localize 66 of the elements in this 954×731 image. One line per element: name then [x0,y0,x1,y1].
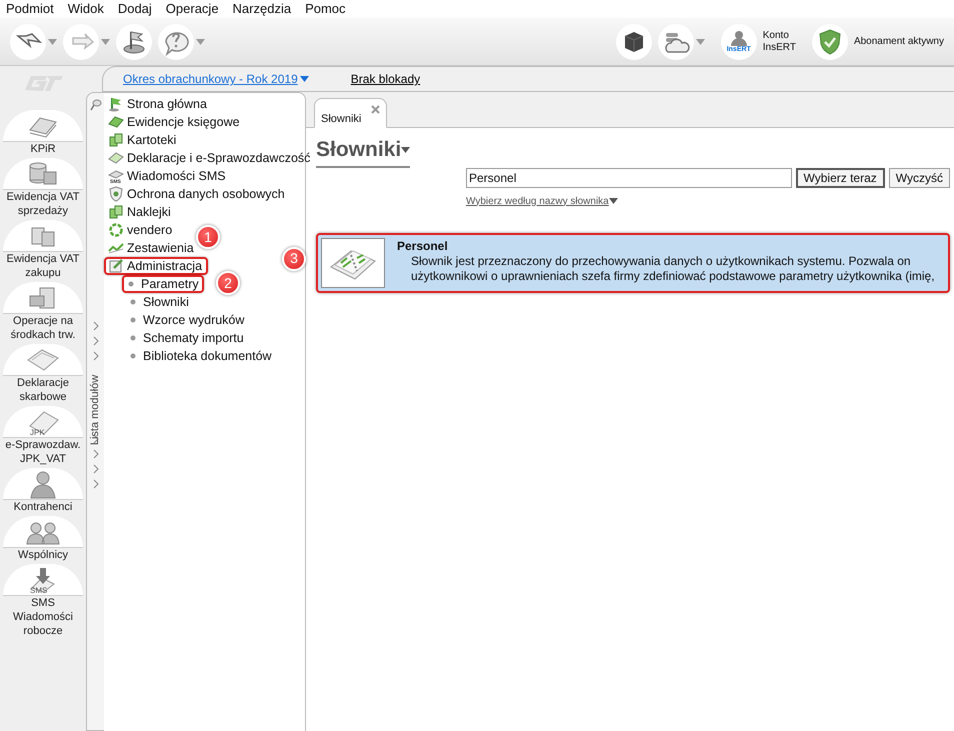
filter-link[interactable]: Wybierz według nazwy słownika [466,194,618,208]
menu-item[interactable]: Narzędzia [232,0,292,19]
shield-icon [108,186,124,202]
search-field[interactable]: Personel [466,168,792,188]
bullet-icon [130,335,136,341]
tree-item[interactable]: Parametry [122,275,204,293]
boxes-icon [108,204,124,220]
caret-icon [300,76,309,82]
account-label: Konto [762,30,790,42]
caret-icon [608,198,618,204]
tree-item[interactable]: Wzorce wydruków [126,311,248,329]
module-list-label[interactable]: Lista modułów [86,374,104,446]
tree-item[interactable]: Ewidencje księgowe [106,113,244,131]
bullet-icon [130,353,136,359]
tree-item[interactable]: Słowniki [126,293,192,311]
cube-button[interactable] [616,24,652,60]
lock-link[interactable]: Brak blokady [350,70,420,88]
toolbar-button[interactable] [158,24,205,60]
ring-icon [108,222,124,238]
tree-item[interactable]: Zestawienia [106,239,198,257]
account-label: InsERT [762,42,796,54]
tree-item[interactable]: Schematy importu [126,329,247,347]
menu-item[interactable]: Widok [68,0,104,19]
toolbar-button[interactable] [10,24,57,60]
tab[interactable]: Słowniki [314,98,388,128]
bullet-icon [128,281,134,287]
menu-item[interactable]: Operacje [166,0,219,19]
search-button[interactable]: Wyczyść [888,168,950,188]
caret-icon [48,38,57,44]
cloud-button[interactable] [658,24,705,60]
tree-item[interactable]: Deklaracje i e-Sprawozdawczość [106,149,314,167]
boxes-icon [108,132,124,148]
menu-item[interactable]: Pomoc [305,0,346,19]
book-icon [108,114,124,130]
period-link[interactable]: Okres obrachunkowy - Rok 2019 [123,70,309,88]
menu-item[interactable]: Dodaj [118,0,152,19]
page-title[interactable]: Słowniki [316,134,410,168]
caret-icon [696,38,705,44]
result-title: Personel [397,238,449,254]
menu-item[interactable]: Podmiot [6,0,54,19]
tree-item[interactable]: vendero [106,221,176,239]
tree-item[interactable]: Kartoteki [106,131,180,149]
person-icon [730,30,748,46]
shield-check-icon [818,28,842,56]
tree-item[interactable]: Strona główna [106,95,211,113]
bullet-icon [130,317,136,323]
close-icon[interactable] [371,105,380,114]
callout-badge: 2 [216,271,240,295]
caret-icon [401,146,410,153]
flag-icon [108,96,124,112]
search-button[interactable]: Wybierz teraz [796,168,885,188]
edit-icon [108,258,124,274]
caret-icon [196,38,205,44]
tree-item[interactable]: Biblioteka dokumentów [126,347,275,365]
result-description: Słownik jest przeznaczony do przechowywania danych o użytkownikach systemu. Pozwala on użytkownikowi o uprawnieniach szefa firmy zdefiniować podstawowe parametry użytkownika (imię, [410,254,936,284]
tree-item[interactable]: Administracja [104,257,208,275]
tree-item[interactable]: Ochrona danych osobowych [106,185,289,203]
module-button[interactable]: SMS SMS Wiadomości robocze [1,564,85,638]
callout-badge: 1 [196,225,220,249]
subscription-button[interactable]: Abonament aktywny [812,24,944,60]
tree-item[interactable]: Naklejki [106,203,175,221]
papers-icon [108,150,124,166]
result-item[interactable]: Personel Słownik jest przeznaczony do przechowywania danych o użytkownikach systemu. Pozwala on użytkownikowi o uprawnieniach szefa firmy zdefiniować podstawowe parametry użytkownika (imię, [316,232,950,292]
toolbar-button[interactable] [116,24,152,60]
bullet-icon [130,299,136,305]
caret-icon [101,38,110,44]
